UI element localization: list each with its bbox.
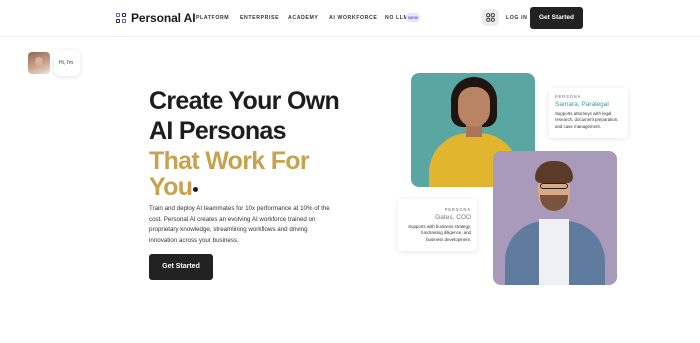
persona-name: Gates, COO <box>435 214 471 221</box>
logo[interactable]: Personal AI <box>116 11 196 25</box>
hero-title-line-1: Create Your Own <box>149 87 340 115</box>
login-link[interactable]: LOG IN <box>506 15 527 21</box>
top-nav: Personal AI PLATFORM ENTERPRISE ACADEMY … <box>0 0 700 37</box>
apps-grid-button[interactable] <box>482 9 499 26</box>
nav-item-no-llm[interactable]: NO LLM <box>385 15 408 21</box>
new-badge: NEW <box>406 13 420 22</box>
hero-title-line-4: You <box>149 173 193 201</box>
persona-card-gates[interactable]: PERSONA Gates, COO Supports with busines… <box>398 199 477 251</box>
persona-description: Supports attorneys with legal research, … <box>555 111 619 129</box>
nav-item-platform[interactable]: PLATFORM <box>196 15 229 21</box>
get-started-button-nav[interactable]: Get Started <box>530 7 583 29</box>
hero-title-line-2: AI Personas <box>149 117 287 145</box>
logo-icon <box>116 12 127 24</box>
grid-icon <box>486 13 495 22</box>
persona-name: Samara, Paralegal <box>555 101 609 108</box>
persona-description: Supports with business strategy, fundrai… <box>408 224 471 242</box>
persona-photo-gates <box>493 151 617 285</box>
persona-tag: PERSONA <box>555 94 582 99</box>
avatar <box>28 52 50 74</box>
chat-bubble-text: Hi, I'm <box>54 50 80 76</box>
get-started-button-hero[interactable]: Get Started <box>149 254 213 280</box>
persona-card-samara[interactable]: PERSONA Samara, Paralegal Supports attor… <box>549 88 628 138</box>
title-period <box>193 187 198 192</box>
nav-item-academy[interactable]: ACADEMY <box>288 15 318 21</box>
nav-item-enterprise[interactable]: ENTERPRISE <box>240 15 279 21</box>
chat-widget[interactable]: Hi, I'm <box>28 50 80 76</box>
hero-description: Train and deploy AI teammates for 10x pe… <box>149 205 330 244</box>
persona-tag: PERSONA <box>444 207 471 212</box>
nav-item-ai-workforce[interactable]: AI WORKFORCE <box>329 15 377 21</box>
logo-text: Personal AI <box>131 11 196 25</box>
